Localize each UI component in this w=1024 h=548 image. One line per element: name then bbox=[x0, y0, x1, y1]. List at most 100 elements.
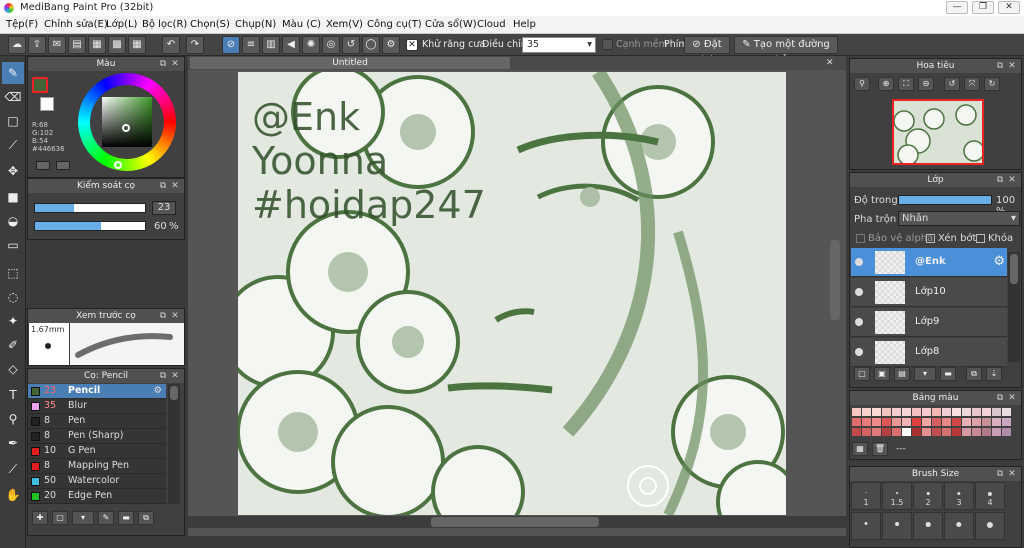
size-slider[interactable] bbox=[34, 203, 146, 213]
palette-swatch[interactable] bbox=[882, 418, 891, 426]
palette-swatch[interactable] bbox=[932, 428, 941, 436]
edit-brush-icon[interactable]: ✎ bbox=[98, 511, 114, 525]
palette-swatch[interactable] bbox=[942, 428, 951, 436]
palette-swatch[interactable] bbox=[852, 408, 861, 416]
canh-mem-checkbox[interactable] bbox=[602, 39, 613, 50]
palette-swatch[interactable] bbox=[872, 428, 881, 436]
rotate-right-icon[interactable]: ↻ bbox=[984, 77, 1000, 91]
menu-view[interactable]: Xem(V) bbox=[326, 19, 363, 30]
palette-swatch[interactable] bbox=[862, 408, 871, 416]
palette-swatch[interactable] bbox=[972, 408, 981, 416]
delete-color-icon[interactable]: 🗑 bbox=[872, 442, 888, 456]
zoom-out-icon[interactable]: ⊖ bbox=[918, 77, 934, 91]
layer-item[interactable]: Lớp9 bbox=[851, 308, 1007, 337]
document-tab[interactable]: Untitled bbox=[190, 57, 510, 69]
add-color-icon[interactable]: ▦ bbox=[852, 442, 868, 456]
brush-item[interactable]: 10 G Pen bbox=[28, 444, 166, 459]
palette-swatch[interactable] bbox=[912, 408, 921, 416]
palette-swatch[interactable] bbox=[942, 408, 951, 416]
palette-swatch[interactable] bbox=[892, 428, 901, 436]
palette-swatch[interactable] bbox=[892, 418, 901, 426]
eye-icon[interactable] bbox=[855, 288, 863, 296]
close-icon[interactable]: ✕ bbox=[170, 309, 180, 323]
close-icon[interactable]: ✕ bbox=[1007, 391, 1017, 405]
select-eraser-tool-icon[interactable]: ◇ bbox=[2, 358, 24, 380]
layer-menu-icon[interactable]: ▾ bbox=[914, 367, 936, 381]
menu-help[interactable]: Help bbox=[513, 19, 536, 30]
canvas-vertical-scrollbar[interactable] bbox=[830, 240, 840, 320]
divide-tool-icon[interactable]: ✒ bbox=[2, 432, 24, 454]
layer-folder-icon[interactable]: ▬ bbox=[940, 367, 956, 381]
palette-swatch[interactable] bbox=[902, 428, 911, 436]
color-mode-button[interactable] bbox=[36, 161, 50, 170]
magic-wand-tool-icon[interactable]: ✦ bbox=[2, 310, 24, 332]
palette-swatch[interactable] bbox=[952, 408, 961, 416]
palette-swatch[interactable] bbox=[872, 418, 881, 426]
color-picker-cursor[interactable] bbox=[122, 124, 130, 132]
snap-circle-icon[interactable]: ◎ bbox=[322, 36, 340, 54]
palette-swatch[interactable] bbox=[1002, 418, 1011, 426]
duplicate-brush-icon[interactable]: ⧉ bbox=[138, 511, 154, 525]
drawing-canvas[interactable]: @Enk Yoonna #hoidap247 bbox=[238, 72, 786, 515]
lasso-tool-icon[interactable]: ◌ bbox=[2, 286, 24, 308]
share-icon[interactable]: ⇪ bbox=[28, 36, 46, 54]
snap-parallel-icon[interactable]: ≡ bbox=[242, 36, 260, 54]
lock-checkbox[interactable] bbox=[976, 234, 985, 243]
snap-radial-icon[interactable]: ✺ bbox=[302, 36, 320, 54]
opacity-slider[interactable] bbox=[34, 221, 146, 231]
menu-cloud[interactable]: Cloud bbox=[477, 19, 506, 30]
gear-icon[interactable]: ⚙ bbox=[153, 385, 162, 396]
brush-item[interactable]: 8 Pen (Sharp) bbox=[28, 429, 166, 444]
rotate-left-icon[interactable]: ↺ bbox=[944, 77, 960, 91]
palette-swatch[interactable] bbox=[962, 428, 971, 436]
blend-select[interactable]: Nhân ▾ bbox=[898, 211, 1020, 226]
palette-swatch[interactable] bbox=[862, 418, 871, 426]
antialias-checkbox[interactable]: ✕ bbox=[406, 39, 418, 51]
palette-swatch[interactable] bbox=[862, 428, 871, 436]
palette-swatch[interactable] bbox=[952, 428, 961, 436]
snap-settings-icon[interactable]: ⚙ bbox=[382, 36, 400, 54]
float-icon[interactable]: ⧉ bbox=[158, 179, 168, 193]
snap-off-icon[interactable]: ⊘ bbox=[222, 36, 240, 54]
layer-item[interactable]: Lớp8 bbox=[851, 338, 1007, 367]
eye-icon[interactable] bbox=[855, 258, 863, 266]
menu-window[interactable]: Cửa sổ(W) bbox=[425, 19, 477, 30]
menu-edit[interactable]: Chỉnh sửa(E) bbox=[44, 19, 108, 30]
grid-icon[interactable]: ▩ bbox=[108, 36, 126, 54]
flip-icon[interactable]: ⤧ bbox=[964, 77, 980, 91]
duplicate-layer-icon[interactable]: ⧉ bbox=[966, 367, 982, 381]
new-layer-icon[interactable]: ▢ bbox=[854, 367, 870, 381]
comic-icon[interactable]: ▤ bbox=[68, 36, 86, 54]
palette-swatch[interactable] bbox=[972, 428, 981, 436]
secondary-color-swatch[interactable] bbox=[40, 97, 54, 111]
brush-item[interactable]: 20 Edge Pen bbox=[28, 489, 166, 504]
brush-item[interactable]: 50 Watercolor bbox=[28, 474, 166, 489]
navigator-thumbnail[interactable] bbox=[892, 99, 985, 166]
merge-layer-icon[interactable]: ⇣ bbox=[986, 367, 1002, 381]
menu-layer[interactable]: Lớp(L) bbox=[106, 19, 137, 30]
eraser-tool-icon[interactable]: ⌫ bbox=[2, 86, 24, 108]
palette-swatch[interactable] bbox=[892, 408, 901, 416]
layer-opacity-slider[interactable] bbox=[898, 195, 992, 205]
rectangle-tool-icon[interactable]: □ bbox=[2, 110, 24, 132]
saturation-square[interactable] bbox=[102, 97, 152, 147]
palette-swatch[interactable] bbox=[922, 418, 931, 426]
menu-filter[interactable]: Bộ lọc(R) bbox=[142, 19, 187, 30]
undo-icon[interactable]: ↶ bbox=[162, 36, 180, 54]
new-brush-icon[interactable]: ▢ bbox=[52, 511, 68, 525]
palette-swatch[interactable] bbox=[932, 418, 941, 426]
palette-swatch[interactable] bbox=[852, 428, 861, 436]
brush-list-scrollbar[interactable] bbox=[168, 384, 180, 504]
close-button[interactable]: ✕ bbox=[998, 1, 1020, 14]
hand-tool-icon[interactable]: ✋ bbox=[2, 484, 24, 506]
close-icon[interactable]: ✕ bbox=[170, 57, 180, 71]
snap-curve-icon[interactable]: ↺ bbox=[342, 36, 360, 54]
layer-item[interactable]: @Enk ⚙ bbox=[851, 248, 1007, 277]
palette-swatch[interactable] bbox=[942, 418, 951, 426]
palette-swatch[interactable] bbox=[882, 428, 891, 436]
brush-item[interactable]: 8 Mapping Pen bbox=[28, 459, 166, 474]
brush-item[interactable]: 23 Pencil ⚙ bbox=[28, 384, 166, 399]
cloud-icon[interactable]: ☁ bbox=[8, 36, 26, 54]
brush-size-cell[interactable]: 1.5 bbox=[882, 482, 912, 510]
palette-swatch[interactable] bbox=[902, 418, 911, 426]
